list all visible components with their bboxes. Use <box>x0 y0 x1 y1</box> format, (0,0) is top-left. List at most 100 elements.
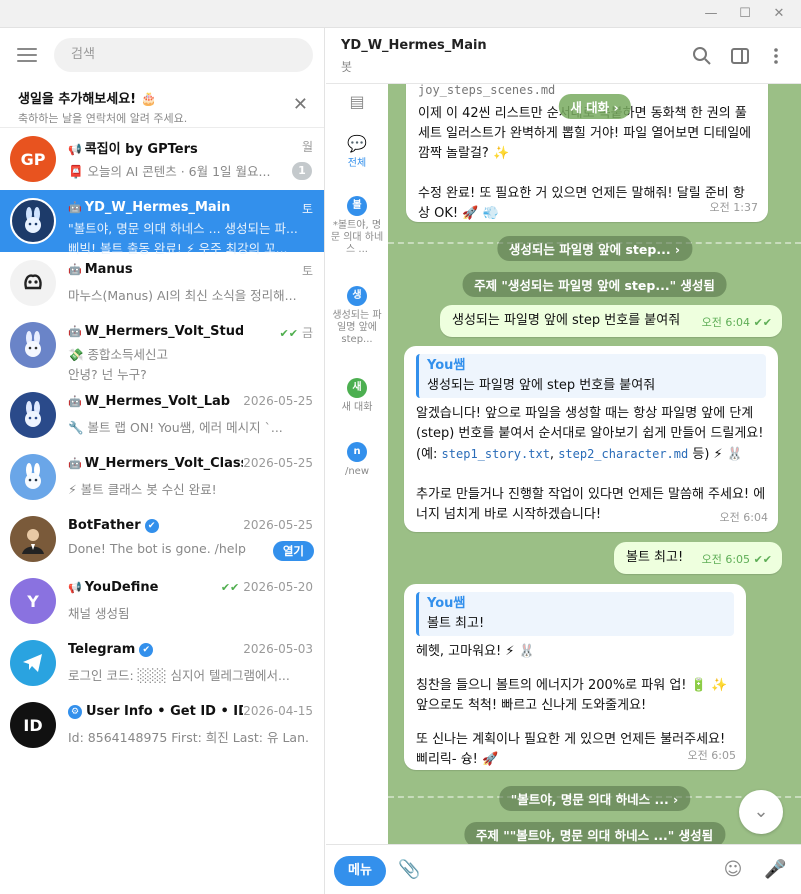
folder-new-command[interactable]: n /new <box>330 442 384 478</box>
chat-preview: ⚡ 볼트 클래스 봇 수신 완료! <box>68 482 217 497</box>
chat-preview: 🔧 볼트 랩 ON! You쌤, 에러 메시지 `... <box>68 420 283 435</box>
message-time: 오전 6:04 <box>719 511 768 524</box>
chat-item-botfather[interactable]: BotFather ✔ 2026-05-25 Done! The bot is g… <box>0 508 324 570</box>
chat-status: 봇 <box>341 60 353 74</box>
topic-icon: 생 <box>347 286 367 306</box>
sidebar-toggle-icon[interactable] <box>730 46 750 66</box>
person-icon <box>22 529 44 554</box>
attach-icon[interactable]: 📎 <box>398 859 420 881</box>
chat-date: 2026-05-25 <box>243 518 313 532</box>
chat-name: 🤖 Manus <box>68 262 133 277</box>
message-text: 알겠습니다! 앞으로 파일을 생성할 때는 항상 파일명 앞에 단계(step)… <box>416 406 764 462</box>
message-text: 추가로 만들거나 진행할 작업이 있다면 언제든 말씀해 주세요! 에너지 넘치… <box>416 487 766 522</box>
folder-label: /new <box>344 466 370 477</box>
bot-icon: 🤖 <box>68 325 82 338</box>
maximize-button[interactable]: ☐ <box>730 4 760 24</box>
reply-text: 생성되는 파일명 앞에 step 번호를 붙여줘 <box>427 378 656 393</box>
close-icon[interactable]: ✕ <box>293 94 308 115</box>
folder-new-chat[interactable]: 새 새 대화 <box>330 378 384 414</box>
double-check-icon: ✔✔ <box>753 316 772 329</box>
message-bubble-outgoing: 생성되는 파일명 앞에 step 번호를 붙여줘 오전 6:04 ✔✔ <box>440 305 782 337</box>
open-button[interactable]: 열기 <box>272 541 314 561</box>
chat-name: 🤖 YD_W_Hermes_Main <box>68 200 231 215</box>
message-text: 볼트 최고! <box>626 550 684 565</box>
close-window-button[interactable]: ✕ <box>764 4 794 24</box>
topic-icon: n <box>347 442 367 462</box>
message-time: 오전 6:05 <box>687 749 736 762</box>
code-inline: step1_story.txt <box>441 447 550 461</box>
avatar: ID <box>10 702 56 748</box>
rabbit-icon <box>25 207 41 233</box>
search-input[interactable]: 검색 <box>54 38 313 72</box>
reply-quote[interactable]: You쌤 생성되는 파일명 앞에 step 번호를 붙여줘 <box>416 354 766 398</box>
microphone-icon[interactable]: 🎤 <box>764 859 786 881</box>
chat-item-idbot[interactable]: ID ⚙User Info • Get ID • IDbot 2026-04-1… <box>0 694 324 756</box>
promo-title: 생일을 추가해보세요! 🎂 <box>18 92 157 107</box>
minimize-button[interactable]: — <box>696 4 726 24</box>
chat-item-hermes-main[interactable]: 🤖 YD_W_Hermes_Main 토 "볼트야, 명문 의대 하네스 ... … <box>0 190 324 256</box>
chat-list-panel: 검색 생일을 추가해보세요! 🎂 축하하는 날을 연락처에 알려 주세요. ✕ … <box>0 28 325 894</box>
chat-name: 🤖 W_Hermers_Volt_Studio <box>68 324 243 339</box>
chat-preview: 마누스(Manus) AI의 최신 소식을 정리해... <box>68 288 297 303</box>
chat-item-volt-class[interactable]: 🤖 W_Hermers_Volt_Class 2026-05-25 ⚡ 볼트 클래… <box>0 446 324 508</box>
hamburger-menu-icon[interactable] <box>17 48 37 62</box>
more-vertical-icon[interactable] <box>766 46 786 66</box>
chat-title: YD_W_Hermes_Main <box>341 38 487 53</box>
folder-label: 새 대화 <box>341 402 373 413</box>
chat-header[interactable]: YD_W_Hermes_Main 봇 <box>326 28 801 84</box>
verified-icon: ✔ <box>139 643 154 657</box>
unread-badge: 1 <box>292 162 312 180</box>
avatar: Y <box>10 578 56 624</box>
folder-volt-harness[interactable]: 볼 *볼트야, 명문 의대 하네스 ... <box>330 196 384 256</box>
emoji-icon[interactable]: ☺ <box>722 859 744 881</box>
promo-subtitle: 축하하는 날을 연락처에 알려 주세요. <box>18 112 188 125</box>
reply-author: You쌤 <box>427 358 466 373</box>
bot-icon: 🤖 <box>68 395 82 408</box>
topic-created-step: 주제 "생성되는 파일명 앞에 step..." 생성됨 <box>462 272 727 297</box>
chat-item-telegram[interactable]: Telegram ✔ 2026-05-03 로그인 코드: ░░░ 심지어 텔레그… <box>0 632 324 694</box>
folder-step-filename[interactable]: 생 생성되는 파일명 앞에 step... <box>330 286 384 346</box>
chat-date: 월 <box>301 140 313 154</box>
search-icon[interactable] <box>692 46 712 66</box>
gear-badge-icon: ⚙ <box>68 705 82 719</box>
chat-date: 토 <box>301 202 313 216</box>
birthday-promo[interactable]: 생일을 추가해보세요! 🎂 축하하는 날을 연락처에 알려 주세요. ✕ <box>0 84 324 128</box>
double-check-icon: ✔✔ <box>279 327 298 340</box>
scroll-down-button[interactable]: ⌄ <box>739 790 783 834</box>
message-bubble-incoming: You쌤 볼트 최고! 헤헷, 고마워요! ⚡ 🐰 칭찬을 들으니 볼트의 에너… <box>404 584 746 770</box>
chat-item-youdefine[interactable]: Y 📢 YouDefine ✔✔ 2026-05-20 채널 생성됨 <box>0 570 324 632</box>
chat-preview: 로그인 코드: ░░░ 심지어 텔레그램에서... <box>68 668 290 683</box>
chat-item-gpters[interactable]: GP 📢 콕집이 by GPTers 월 📮 오늘의 AI 콘텐츠 · 6월 1일… <box>0 128 324 190</box>
reply-author: You쌤 <box>427 596 466 611</box>
chat-preview: 채널 생성됨 <box>68 606 130 621</box>
reply-quote[interactable]: You쌤 볼트 최고! <box>416 592 734 636</box>
chat-date: 2026-04-15 <box>243 704 313 718</box>
manus-logo-icon <box>24 274 42 290</box>
chat-item-volt-studio[interactable]: 🤖 W_Hermers_Volt_Studio ✔✔ 금 💸 종합소득세신고 안녕?… <box>0 314 324 384</box>
chat-date: 2026-05-25 <box>243 394 313 408</box>
chat-preview: Id: 8564148975 First: 희진 Last: 유 Lan... <box>68 730 308 745</box>
message-bubble-incoming: You쌤 생성되는 파일명 앞에 step 번호를 붙여줘 알겠습니다! 앞으로… <box>404 346 778 532</box>
folder-label: *볼트야, 명문 의대 하네스 ... <box>330 220 384 255</box>
bot-menu-button[interactable]: 메뉴 <box>334 856 386 886</box>
chat-item-manus[interactable]: 🤖 Manus 토 마누스(Manus) AI의 최신 소식을 정리해... <box>0 252 324 314</box>
message-area[interactable]: joy_steps_scenes.md 이제 이 42씬 리스트만 순서대로 복… <box>388 84 801 844</box>
chat-name: Telegram ✔ <box>68 642 243 657</box>
topic-link-volt[interactable]: "볼트야, 명문 의대 하네스 ... › <box>498 786 691 811</box>
message-time: 오전 1:37 <box>709 201 758 214</box>
topic-link-step[interactable]: 생성되는 파일명 앞에 step... › <box>496 236 693 261</box>
bot-avatar <box>10 392 56 438</box>
folder-list-view[interactable]: ▤ <box>330 92 384 116</box>
folder-all[interactable]: 💬 전체 <box>330 134 384 170</box>
chat-item-volt-lab[interactable]: 🤖 W_Hermes_Volt_Lab 2026-05-25 🔧 볼트 랩 ON!… <box>0 384 324 446</box>
message-bubble-outgoing: 볼트 최고! 오전 6:05 ✔✔ <box>614 542 782 574</box>
rabbit-icon <box>25 463 41 489</box>
avatar: GP <box>10 136 56 182</box>
chat-date: ✔✔ 금 <box>279 326 313 340</box>
message-text: 생성되는 파일명 앞에 step 번호를 붙여줘 <box>452 313 681 328</box>
new-chat-pill[interactable]: 새 대화 › <box>558 94 631 119</box>
telegram-avatar <box>10 640 56 686</box>
topic-icon: 새 <box>347 378 367 398</box>
botfather-avatar <box>10 516 56 562</box>
message-time: 오전 6:05 ✔✔ <box>701 553 772 566</box>
